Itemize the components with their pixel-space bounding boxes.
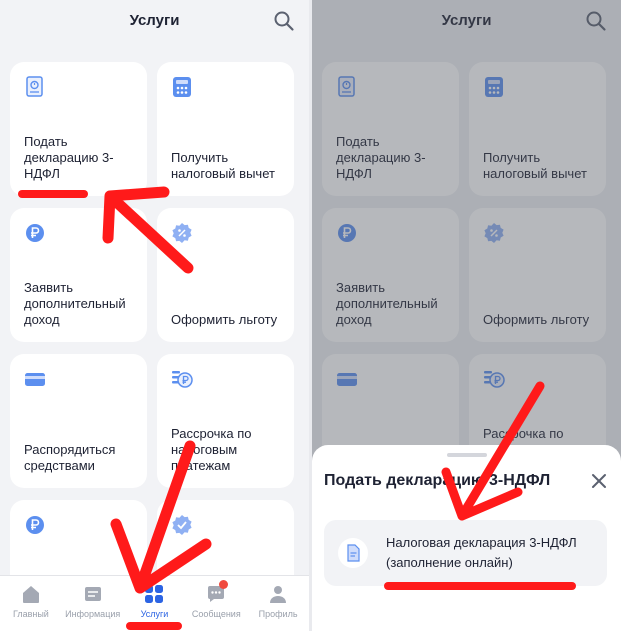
nav-label: Услуги: [140, 609, 169, 619]
search-button[interactable]: [273, 10, 295, 32]
page-title: Услуги: [129, 12, 180, 29]
tile-file-declaration[interactable]: Подать декларацию 3-НДФЛ: [10, 62, 147, 196]
drag-handle[interactable]: [446, 453, 487, 457]
nav-label: Профиль: [258, 609, 298, 619]
nav-label: Информация: [65, 609, 121, 619]
tile-label: Подать декларацию 3-НДФЛ: [24, 134, 114, 181]
close-icon: [592, 474, 606, 488]
document-icon: [347, 544, 360, 562]
nav-item-info[interactable]: Информация: [62, 576, 124, 631]
nav-label: Главный: [12, 609, 49, 619]
nav-item-messages[interactable]: Сообщения: [185, 576, 247, 631]
bottom-nav: Главный Информация Услуги Сообщения Проф…: [0, 575, 309, 631]
tile-label: Оформить льготу: [171, 312, 278, 327]
profile-icon: [270, 586, 287, 603]
calculator-icon: [173, 77, 191, 97]
nav-item-profile[interactable]: Профиль: [247, 576, 309, 631]
search-icon: [274, 11, 294, 31]
tile-label: Заявить дополнительный доход: [24, 280, 126, 327]
option-icon-wrap: [338, 538, 368, 568]
services-screen: Услуги Подать декларацию 3-НДФЛ Получить…: [0, 0, 309, 631]
tile-label: Рассрочка по налоговым платежам: [171, 426, 252, 473]
tile-tax-deduction[interactable]: Получить налоговый вычет: [157, 62, 294, 196]
close-button[interactable]: [589, 471, 609, 491]
ruble-coin-icon: [26, 224, 44, 242]
tile-additional-income[interactable]: Заявить дополнительный доход: [10, 208, 147, 342]
bottom-sheet: Подать декларацию 3-НДФЛ Налоговая декла…: [312, 445, 621, 631]
document-icon: [26, 76, 43, 97]
nav-item-home[interactable]: Главный: [0, 576, 62, 631]
unread-badge: [219, 580, 229, 589]
check-badge-icon: [172, 515, 192, 535]
nav-label: Сообщения: [191, 609, 241, 619]
option-label: Налоговая декларация 3-НДФЛ (заполнение …: [386, 535, 577, 570]
percent-badge-icon: [172, 223, 192, 243]
home-icon: [22, 586, 39, 603]
ruble-coin-icon: [26, 516, 44, 534]
services-grid-icon: [145, 585, 164, 603]
tile-label: Получить налоговый вычет: [171, 150, 275, 181]
nav-item-services[interactable]: Услуги: [124, 576, 186, 631]
card-icon: [25, 373, 45, 386]
tile-benefit[interactable]: Оформить льготу: [157, 208, 294, 342]
tile-label: Распорядиться средствами: [24, 442, 116, 473]
services-screen-with-sheet: Услуги Подать декларацию 3-НДФЛ Получить…: [312, 0, 621, 631]
sheet-title: Подать декларацию 3-НДФЛ: [324, 472, 551, 489]
option-online-declaration[interactable]: Налоговая декларация 3-НДФЛ (заполнение …: [324, 520, 607, 586]
ruble-stack-icon: [172, 371, 193, 388]
tile-installment[interactable]: Рассрочка по налоговым платежам: [157, 354, 294, 488]
tile-manage-funds[interactable]: Распорядиться средствами: [10, 354, 147, 488]
info-icon: [84, 587, 101, 601]
header: Услуги: [0, 0, 309, 44]
